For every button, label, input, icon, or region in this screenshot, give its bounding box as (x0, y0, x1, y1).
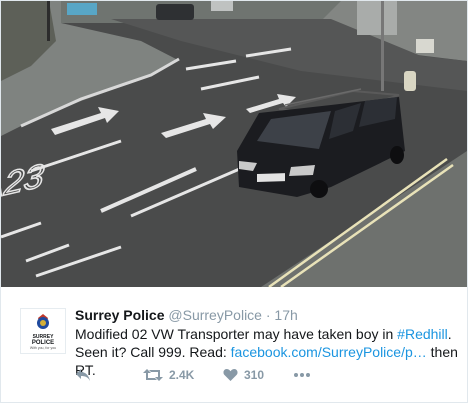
more-icon (294, 373, 310, 377)
retweet-icon (143, 369, 163, 381)
like-count: 310 (244, 368, 265, 382)
author-name[interactable]: Surrey Police (75, 307, 165, 323)
tweet-header: Surrey Police @SurreyPolice · 17h (75, 306, 298, 324)
hashtag-link[interactable]: #Redhill (397, 326, 448, 342)
url-link[interactable]: facebook.com/SurreyPolice/p… (231, 344, 427, 360)
more-button[interactable] (293, 365, 323, 385)
tweet-actions: 2.4K 310 (75, 365, 323, 385)
tweet-card: A23 SURREY POLICE With you, for you Surr… (0, 0, 468, 403)
avatar-brand-line3: With you, for you (30, 346, 56, 350)
retweet-button[interactable]: 2.4K (143, 365, 223, 385)
reply-icon (76, 369, 90, 381)
tweet-timestamp[interactable]: 17h (274, 307, 297, 323)
retweet-count: 2.4K (169, 368, 195, 382)
cctv-road-photo: A23 (1, 1, 467, 287)
reply-button[interactable] (75, 365, 143, 385)
heart-icon (223, 369, 238, 381)
tweet-image[interactable]: A23 (1, 1, 467, 287)
header-separator: · (265, 307, 271, 323)
author-handle[interactable]: @SurreyPolice (168, 307, 262, 323)
like-button[interactable]: 310 (223, 365, 293, 385)
tweet-text-part1: Modified 02 VW Transporter may have take… (75, 326, 398, 342)
author-avatar[interactable]: SURREY POLICE With you, for you (20, 308, 66, 354)
police-crest-icon: SURREY POLICE With you, for you (21, 309, 65, 353)
